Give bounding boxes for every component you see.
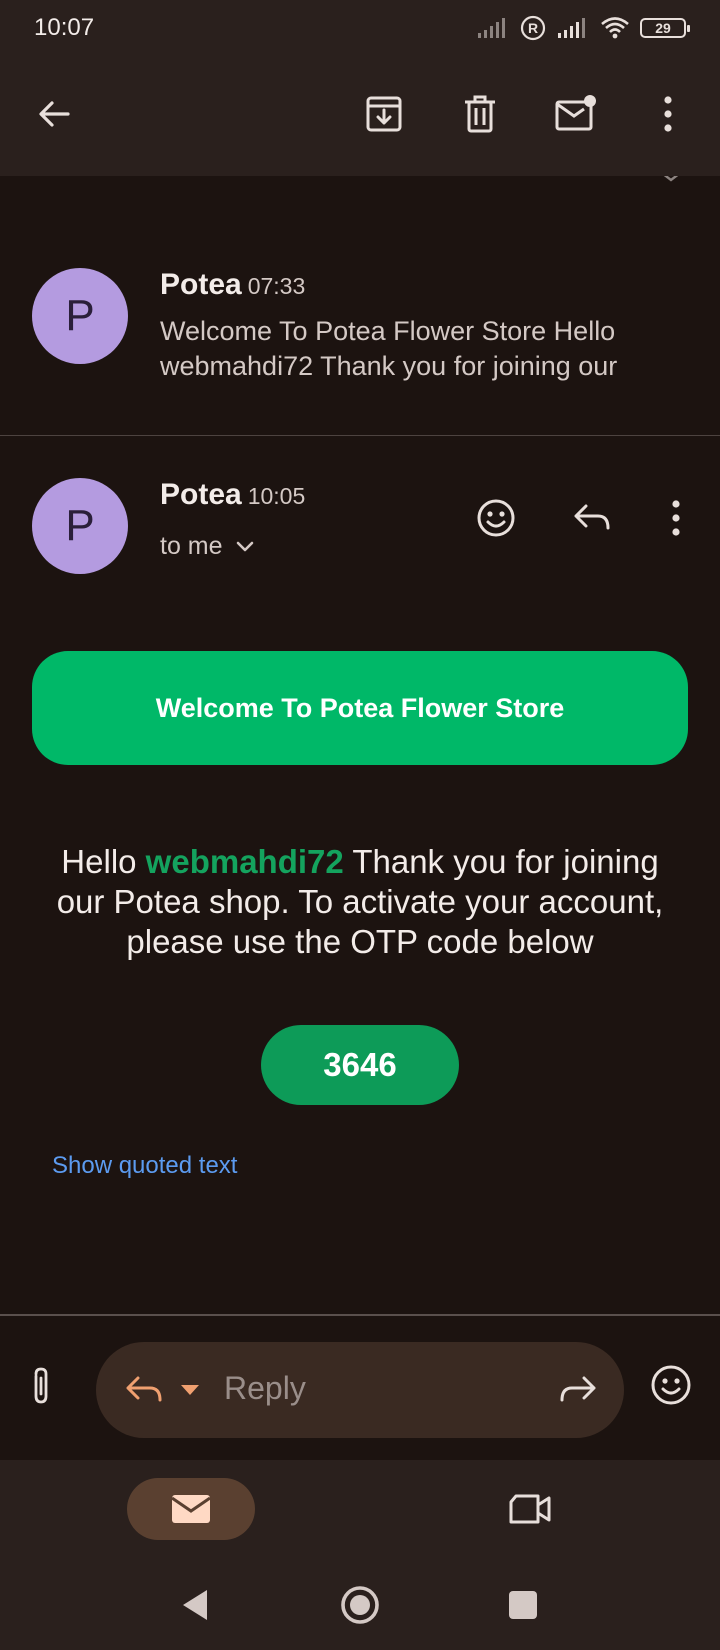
sender-name: Potea 07:33 [160,268,305,302]
reply-input[interactable]: Reply [96,1342,624,1438]
more-options-button[interactable] [640,86,696,142]
recents-square-icon [509,1591,537,1619]
forward-icon[interactable] [558,1372,598,1408]
chevron-down-icon [236,541,253,551]
archive-button[interactable] [356,86,412,142]
sender-label: Potea [160,478,242,511]
system-navigation-bar [0,1560,720,1650]
roaming-icon: R [520,15,546,41]
attachment-icon [34,1367,48,1404]
back-arrow-icon [39,101,70,127]
reply-icon [126,1376,162,1402]
divider [0,435,720,436]
emoji-icon [477,499,515,537]
body-username: webmahdi72 [145,843,344,880]
show-quoted-text-link[interactable]: Show quoted text [52,1152,237,1180]
nav-meet-tab[interactable] [500,1478,560,1540]
more-vert-icon [664,96,672,132]
bottom-navigation [0,1460,720,1560]
message-snippet: Welcome To Potea Flower Store Hello webm… [160,316,618,381]
emoji-icon [651,1365,691,1405]
app-bar [0,56,720,176]
otp-code: 3646 [261,1025,459,1105]
status-icons: R 29 [476,15,690,41]
triangle-back-icon [183,1590,207,1620]
delete-button[interactable] [452,86,508,142]
status-time: 10:07 [34,14,95,41]
message-time: 07:33 [247,273,306,299]
video-camera-icon [509,1494,551,1524]
recipient-label: to me [160,532,223,560]
reply-type-dropdown-icon[interactable] [180,1384,200,1396]
more-vert-icon [672,500,680,536]
battery-indicator: 29 [640,18,690,38]
react-button[interactable] [468,490,524,546]
reply-placeholder: Reply [224,1370,306,1406]
reply-icon [574,504,610,530]
composer-emoji-button[interactable] [650,1364,692,1411]
message-more-button[interactable] [648,490,704,546]
star-icon[interactable] [656,176,686,188]
system-recents-button[interactable] [500,1582,546,1628]
body-hello: Hello [61,843,137,880]
wifi-icon [601,17,629,39]
status-bar: 10:07 R 29 [0,0,720,56]
archive-icon [366,96,402,132]
nav-mail-tab[interactable] [127,1478,255,1540]
message-time: 10:05 [247,483,306,509]
signal-icon [478,18,505,38]
sender-label: Potea [160,268,242,301]
sender-name: Potea 10:05 [160,478,305,512]
delete-icon [465,95,495,133]
system-home-button[interactable] [337,1582,383,1628]
message-thread: P Potea 07:33 Welcome To Potea Flower Sto… [0,176,720,1314]
mail-icon [171,1495,211,1523]
avatar: P [32,478,128,574]
avatar: P [32,268,128,364]
message-body: Hello webmahdi72 Thank you for joining o… [40,842,680,962]
attach-button[interactable] [28,1366,54,1411]
reply-button[interactable] [564,490,620,546]
mark-unread-icon [555,95,596,131]
mark-unread-button[interactable] [548,86,604,142]
welcome-banner: Welcome To Potea Flower Store [32,651,688,765]
system-back-button[interactable] [172,1582,218,1628]
reply-composer: Reply [0,1314,720,1460]
back-button[interactable] [26,86,82,142]
svg-text:R: R [528,20,538,36]
home-circle-icon [341,1586,379,1624]
signal-icon-2 [558,18,585,38]
recipient-details-toggle[interactable]: to me [160,532,255,561]
